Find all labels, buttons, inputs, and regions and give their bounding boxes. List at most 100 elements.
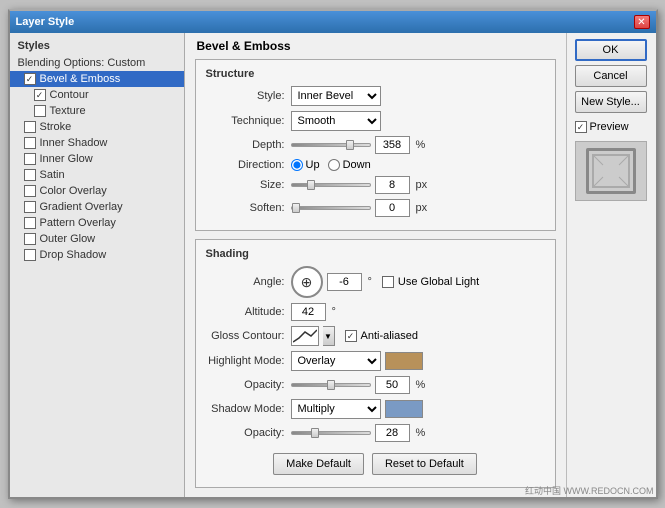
close-button[interactable]: ✕ bbox=[634, 15, 650, 29]
main-panel: Bevel & Emboss Structure Style: Inner Be… bbox=[185, 33, 566, 497]
size-slider[interactable] bbox=[291, 183, 371, 187]
preview-checkbox[interactable]: ✓ bbox=[575, 121, 587, 133]
preview-row: ✓ Preview bbox=[575, 121, 648, 133]
size-input[interactable] bbox=[375, 176, 410, 194]
sidebar-item-contour[interactable]: ✓ Contour bbox=[10, 87, 184, 103]
highlight-opacity-label: Opacity: bbox=[206, 379, 291, 391]
sidebar-item-label: Contour bbox=[50, 89, 89, 101]
sidebar-item-inner-glow[interactable]: Inner Glow bbox=[10, 151, 184, 167]
highlight-opacity-control: % bbox=[291, 376, 545, 394]
style-row: Style: Inner Bevel bbox=[206, 86, 545, 106]
technique-row: Technique: Smooth bbox=[206, 111, 545, 131]
angle-input[interactable] bbox=[327, 273, 362, 291]
cancel-button[interactable]: Cancel bbox=[575, 65, 647, 87]
watermark: 红动中国 WWW.REDOCN.COM bbox=[525, 484, 654, 497]
sidebar-item-satin[interactable]: Satin bbox=[10, 167, 184, 183]
angle-unit: ° bbox=[368, 276, 372, 288]
altitude-label: Altitude: bbox=[206, 306, 291, 318]
color-overlay-checkbox[interactable] bbox=[24, 185, 36, 197]
structure-box: Structure Style: Inner Bevel Technique: bbox=[195, 59, 556, 231]
sidebar: Styles Blending Options: Custom ✓ Bevel … bbox=[10, 33, 185, 497]
depth-slider[interactable] bbox=[291, 143, 371, 147]
anti-aliased-row: ✓ Anti-aliased bbox=[345, 330, 418, 342]
style-control: Inner Bevel bbox=[291, 86, 545, 106]
inner-glow-checkbox[interactable] bbox=[24, 153, 36, 165]
technique-select[interactable]: Smooth bbox=[291, 111, 381, 131]
angle-row: Angle: ⊕ ° Use Global Light bbox=[206, 266, 545, 298]
sidebar-item-inner-shadow[interactable]: Inner Shadow bbox=[10, 135, 184, 151]
shadow-opacity-unit: % bbox=[416, 427, 426, 439]
section-title: Bevel & Emboss bbox=[195, 39, 556, 53]
contour-preview[interactable] bbox=[291, 326, 319, 346]
sidebar-item-label: Satin bbox=[40, 169, 65, 181]
highlight-control: Overlay bbox=[291, 351, 545, 371]
shadow-opacity-input[interactable] bbox=[375, 424, 410, 442]
direction-down-radio[interactable] bbox=[328, 159, 340, 171]
highlight-color-swatch[interactable] bbox=[385, 352, 423, 370]
depth-unit: % bbox=[416, 139, 426, 151]
make-default-button[interactable]: Make Default bbox=[273, 453, 364, 475]
gradient-overlay-checkbox[interactable] bbox=[24, 201, 36, 213]
highlight-opacity-row: Opacity: % bbox=[206, 376, 545, 394]
depth-input[interactable] bbox=[375, 136, 410, 154]
soften-row: Soften: px bbox=[206, 199, 545, 217]
depth-control: % bbox=[291, 136, 545, 154]
inner-shadow-checkbox[interactable] bbox=[24, 137, 36, 149]
soften-control: px bbox=[291, 199, 545, 217]
sidebar-item-drop-shadow[interactable]: Drop Shadow bbox=[10, 247, 184, 263]
technique-label: Technique: bbox=[206, 115, 291, 127]
soften-input[interactable] bbox=[375, 199, 410, 217]
highlight-opacity-input[interactable] bbox=[375, 376, 410, 394]
outer-glow-checkbox[interactable] bbox=[24, 233, 36, 245]
shadow-opacity-control: % bbox=[291, 424, 545, 442]
sidebar-item-texture[interactable]: Texture bbox=[10, 103, 184, 119]
sidebar-item-gradient-overlay[interactable]: Gradient Overlay bbox=[10, 199, 184, 215]
gloss-row: Gloss Contour: ▼ ✓ Anti-aliased bbox=[206, 326, 545, 346]
sidebar-blending-label[interactable]: Blending Options: Custom bbox=[10, 55, 184, 71]
ok-button[interactable]: OK bbox=[575, 39, 647, 61]
altitude-control: ° bbox=[291, 303, 545, 321]
shading-title: Shading bbox=[206, 248, 545, 260]
style-select[interactable]: Inner Bevel bbox=[291, 86, 381, 106]
drop-shadow-checkbox[interactable] bbox=[24, 249, 36, 261]
stroke-checkbox[interactable] bbox=[24, 121, 36, 133]
direction-up-label: Up bbox=[306, 159, 320, 171]
size-control: px bbox=[291, 176, 545, 194]
direction-down-item: Down bbox=[328, 159, 371, 171]
sidebar-item-label: Texture bbox=[50, 105, 86, 117]
contour-checkbox[interactable]: ✓ bbox=[34, 89, 46, 101]
highlight-select[interactable]: Overlay bbox=[291, 351, 381, 371]
sidebar-item-outer-glow[interactable]: Outer Glow bbox=[10, 231, 184, 247]
altitude-input[interactable] bbox=[291, 303, 326, 321]
shadow-color-swatch[interactable] bbox=[385, 400, 423, 418]
sidebar-item-bevel-emboss[interactable]: ✓ Bevel & Emboss bbox=[10, 71, 184, 87]
pattern-overlay-checkbox[interactable] bbox=[24, 217, 36, 229]
texture-checkbox[interactable] bbox=[34, 105, 46, 117]
sidebar-item-stroke[interactable]: Stroke bbox=[10, 119, 184, 135]
sidebar-styles-label: Styles bbox=[10, 37, 184, 55]
highlight-opacity-slider[interactable] bbox=[291, 383, 371, 387]
crosshair-icon: ⊕ bbox=[301, 274, 313, 291]
anti-aliased-checkbox[interactable]: ✓ bbox=[345, 330, 357, 342]
new-style-button[interactable]: New Style... bbox=[575, 91, 647, 113]
direction-up-radio[interactable] bbox=[291, 159, 303, 171]
soften-unit: px bbox=[416, 202, 428, 214]
sidebar-item-pattern-overlay[interactable]: Pattern Overlay bbox=[10, 215, 184, 231]
gloss-control: ▼ ✓ Anti-aliased bbox=[291, 326, 545, 346]
direction-up-item: Up bbox=[291, 159, 320, 171]
sidebar-item-color-overlay[interactable]: Color Overlay bbox=[10, 183, 184, 199]
size-unit: px bbox=[416, 179, 428, 191]
angle-circle[interactable]: ⊕ bbox=[291, 266, 323, 298]
reset-to-default-button[interactable]: Reset to Default bbox=[372, 453, 477, 475]
bevel-emboss-checkbox[interactable]: ✓ bbox=[24, 73, 36, 85]
shadow-opacity-slider[interactable] bbox=[291, 431, 371, 435]
sidebar-item-label: Color Overlay bbox=[40, 185, 107, 197]
satin-checkbox[interactable] bbox=[24, 169, 36, 181]
direction-label: Direction: bbox=[206, 159, 291, 171]
soften-slider[interactable] bbox=[291, 206, 371, 210]
use-global-light-checkbox[interactable] bbox=[382, 276, 394, 288]
contour-dropdown[interactable]: ▼ bbox=[323, 326, 335, 346]
altitude-unit: ° bbox=[332, 306, 336, 318]
shadow-select[interactable]: Multiply bbox=[291, 399, 381, 419]
shadow-label: Shadow Mode: bbox=[206, 403, 291, 415]
